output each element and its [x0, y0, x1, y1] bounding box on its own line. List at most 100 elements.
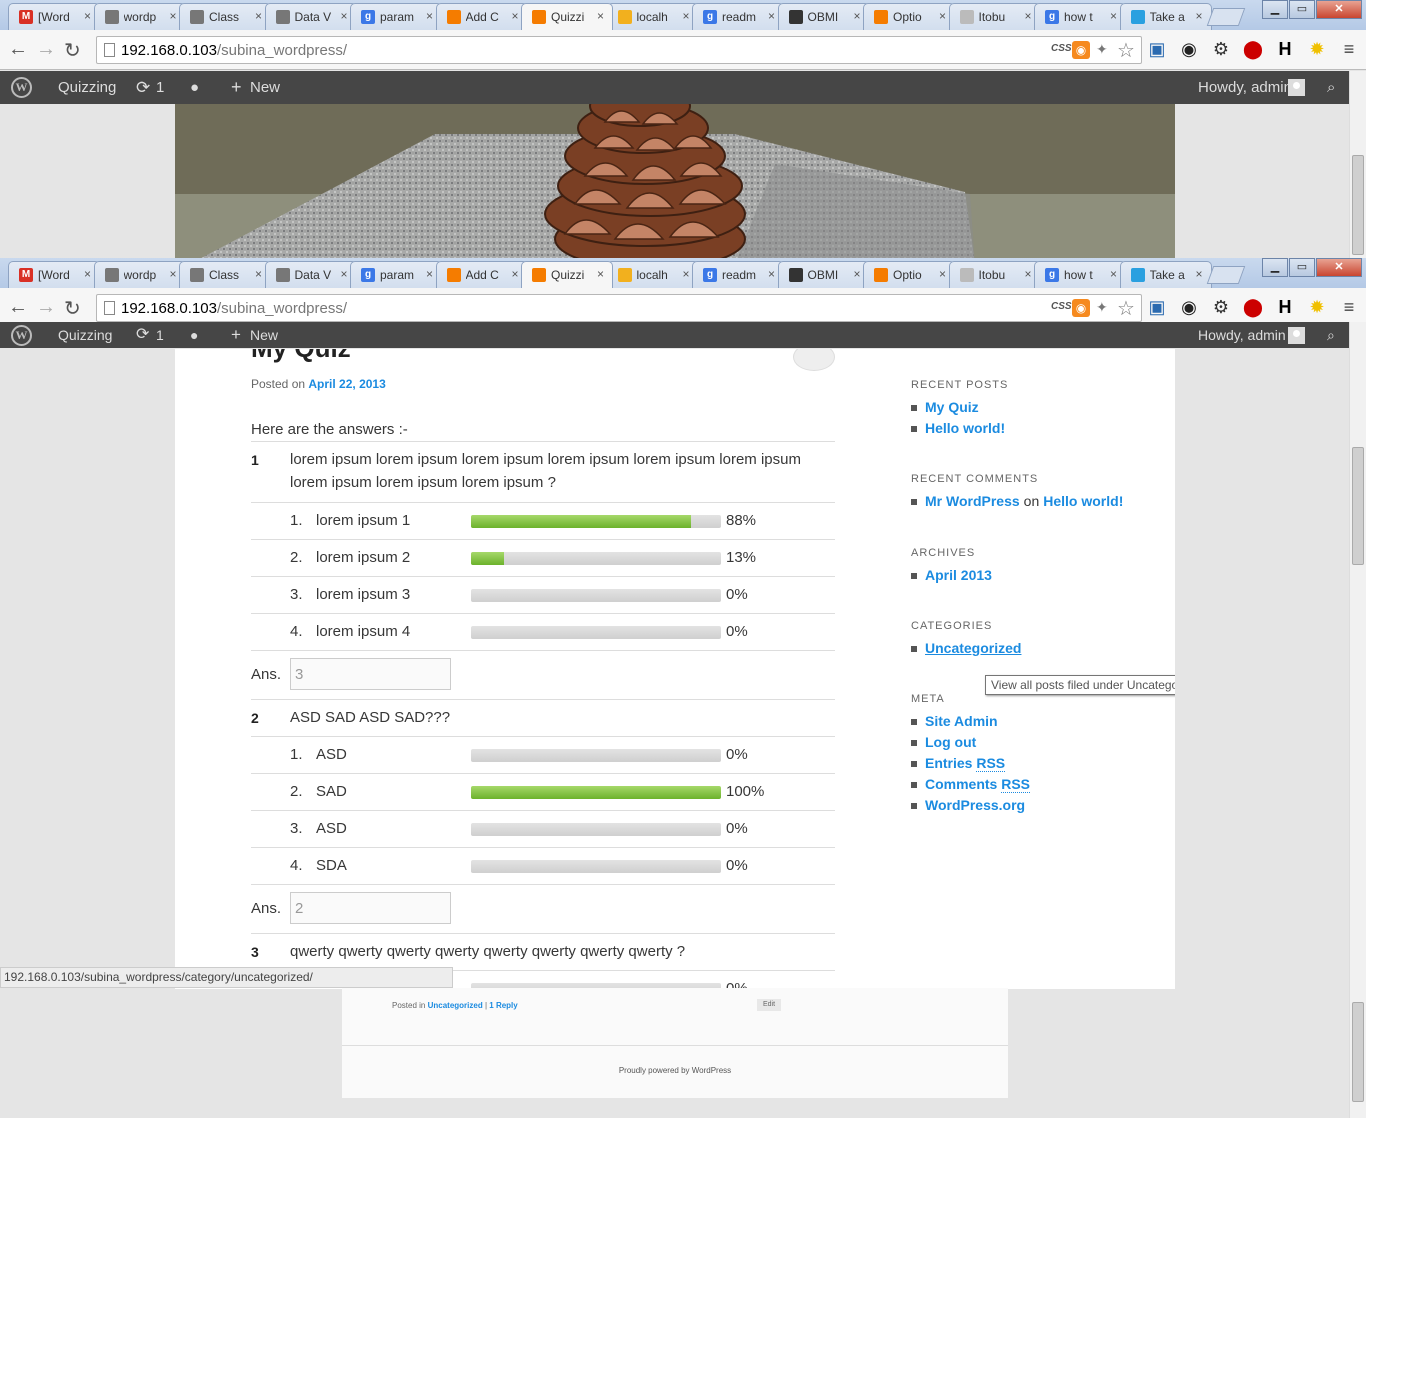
- menu-icon[interactable]: ≡: [1338, 296, 1360, 318]
- color-picker-icon[interactable]: ◉: [1178, 38, 1200, 60]
- close-tab-icon[interactable]: ×: [84, 9, 91, 23]
- answer-field[interactable]: [290, 658, 451, 690]
- close-tab-icon[interactable]: ×: [939, 9, 946, 23]
- lightbulb-icon[interactable]: ✹: [1306, 38, 1328, 60]
- new-tab-button[interactable]: [1206, 266, 1246, 284]
- reply-link[interactable]: 1 Reply: [489, 1001, 517, 1010]
- howdy-label[interactable]: Howdy, admin: [1198, 322, 1286, 348]
- screen-capture-icon[interactable]: ▣: [1146, 296, 1168, 318]
- meta-link[interactable]: Entries RSS: [911, 755, 1006, 772]
- color-picker-icon[interactable]: ◉: [1178, 296, 1200, 318]
- comment-author-link[interactable]: Mr WordPress: [925, 493, 1020, 509]
- meta-link-label[interactable]: WordPress.org: [925, 797, 1025, 813]
- close-tab-icon[interactable]: ×: [682, 9, 689, 23]
- tab-14[interactable]: Take a ×: [1119, 261, 1212, 288]
- lightbulb-small-icon[interactable]: ✦: [1096, 41, 1110, 59]
- powered-by[interactable]: Proudly powered by WordPress: [342, 1066, 1008, 1075]
- new-tab-button[interactable]: [1206, 8, 1246, 26]
- meta-link[interactable]: WordPress.org: [911, 797, 1025, 813]
- close-tab-icon[interactable]: ×: [426, 9, 433, 23]
- site-name-link[interactable]: Quizzing: [58, 322, 112, 348]
- close-tab-icon[interactable]: ×: [1195, 9, 1202, 23]
- comment-bubble-icon[interactable]: [793, 349, 835, 371]
- tab-7[interactable]: Quizzi ×: [521, 261, 613, 288]
- tab-2[interactable]: wordp ×: [93, 261, 186, 288]
- meta-link-label[interactable]: Log out: [925, 734, 976, 750]
- updates-count[interactable]: 1: [156, 322, 164, 348]
- tab-1[interactable]: M [Word ×: [8, 261, 100, 288]
- meta-link-label[interactable]: Site Admin: [925, 713, 998, 729]
- category-label[interactable]: Uncategorized: [925, 640, 1021, 656]
- tab-12[interactable]: Itobu ×: [948, 261, 1041, 288]
- close-tab-icon[interactable]: ×: [597, 9, 604, 23]
- bookmark-star-icon[interactable]: ☆: [1117, 296, 1135, 321]
- tab-9[interactable]: g readm ×: [692, 261, 784, 288]
- close-tab-icon[interactable]: ×: [340, 267, 347, 281]
- page-scrollbar[interactable]: [1349, 71, 1366, 262]
- h-extension-icon[interactable]: H: [1274, 38, 1296, 60]
- meta-link-label[interactable]: Entries: [925, 755, 976, 771]
- archive-label[interactable]: April 2013: [925, 567, 992, 583]
- tab-2[interactable]: wordp ×: [93, 3, 186, 30]
- close-tab-icon[interactable]: ×: [939, 267, 946, 281]
- tab-13[interactable]: g how t ×: [1034, 3, 1126, 30]
- tab-12[interactable]: Itobu ×: [948, 3, 1041, 30]
- close-tab-icon[interactable]: ×: [340, 9, 347, 23]
- updates-icon[interactable]: ⟳: [136, 71, 150, 104]
- site-name-link[interactable]: Quizzing: [58, 71, 116, 104]
- close-tab-icon[interactable]: ×: [255, 9, 262, 23]
- rss-icon[interactable]: ◉: [1072, 299, 1090, 317]
- tab-4[interactable]: Data V ×: [264, 261, 357, 288]
- updates-icon[interactable]: ⟳: [136, 322, 149, 348]
- lightbulb-small-icon[interactable]: ✦: [1096, 299, 1110, 317]
- close-tab-icon[interactable]: ×: [853, 9, 860, 23]
- close-tab-icon[interactable]: ×: [1024, 267, 1031, 281]
- gear-icon[interactable]: ⚙: [1210, 38, 1232, 60]
- post-title[interactable]: My Quiz: [251, 349, 351, 364]
- archive-link[interactable]: April 2013: [911, 567, 992, 583]
- updates-count[interactable]: 1: [156, 71, 164, 104]
- meta-link[interactable]: Site Admin: [911, 713, 998, 729]
- comments-icon[interactable]: ●: [190, 322, 198, 348]
- tab-6[interactable]: Add C ×: [435, 3, 528, 30]
- wordpress-logo-icon[interactable]: W: [11, 77, 32, 98]
- tab-8[interactable]: localh ×: [606, 3, 699, 30]
- address-bar[interactable]: 192.168.0.103/subina_wordpress/ CSS ◉ ✦ …: [96, 294, 1142, 322]
- tab-1[interactable]: M [Word ×: [8, 3, 100, 30]
- address-bar[interactable]: 192.168.0.103/subina_wordpress/ CSS ◉ ✦ …: [96, 36, 1142, 64]
- close-tab-icon[interactable]: ×: [169, 9, 176, 23]
- scrollbar-thumb-lower[interactable]: [1352, 1002, 1364, 1102]
- recent-post-label[interactable]: Hello world!: [925, 420, 1005, 436]
- restore-button[interactable]: ▭: [1289, 258, 1315, 277]
- avatar[interactable]: [1288, 327, 1305, 344]
- close-tab-icon[interactable]: ×: [426, 267, 433, 281]
- meta-link[interactable]: Log out: [911, 734, 976, 750]
- css-extension-icon[interactable]: CSS: [1051, 43, 1072, 54]
- close-tab-icon[interactable]: ×: [511, 9, 518, 23]
- close-tab-icon[interactable]: ×: [255, 267, 262, 281]
- comments-icon[interactable]: ●: [190, 71, 199, 104]
- tab-14[interactable]: Take a ×: [1119, 3, 1212, 30]
- forward-icon[interactable]: →: [36, 38, 56, 61]
- close-tab-icon[interactable]: ×: [1024, 9, 1031, 23]
- adblock-icon[interactable]: ⬤: [1242, 38, 1264, 60]
- scrollbar-thumb[interactable]: [1352, 155, 1364, 255]
- screen-capture-icon[interactable]: ▣: [1146, 38, 1168, 60]
- tab-11[interactable]: Optio ×: [863, 3, 955, 30]
- search-icon[interactable]: ⌕: [1327, 71, 1335, 104]
- close-tab-icon[interactable]: ×: [169, 267, 176, 281]
- recent-post-label[interactable]: My Quiz: [925, 399, 979, 415]
- menu-icon[interactable]: ≡: [1338, 38, 1360, 60]
- edit-button[interactable]: Edit: [757, 999, 781, 1011]
- tab-5[interactable]: g param ×: [350, 3, 442, 30]
- answer-field[interactable]: [290, 892, 451, 924]
- recent-comment[interactable]: Mr WordPress on Hello world!: [911, 493, 1123, 509]
- minimize-button[interactable]: ▁: [1262, 0, 1288, 19]
- restore-button[interactable]: ▭: [1289, 0, 1315, 19]
- tab-10[interactable]: OBMI ×: [777, 261, 870, 288]
- tab-10[interactable]: OBMI ×: [777, 3, 870, 30]
- category-link[interactable]: Uncategorized: [428, 1001, 483, 1010]
- close-window-button[interactable]: ✕: [1316, 0, 1362, 19]
- avatar[interactable]: [1288, 79, 1305, 96]
- page-scrollbar[interactable]: [1349, 322, 1366, 1118]
